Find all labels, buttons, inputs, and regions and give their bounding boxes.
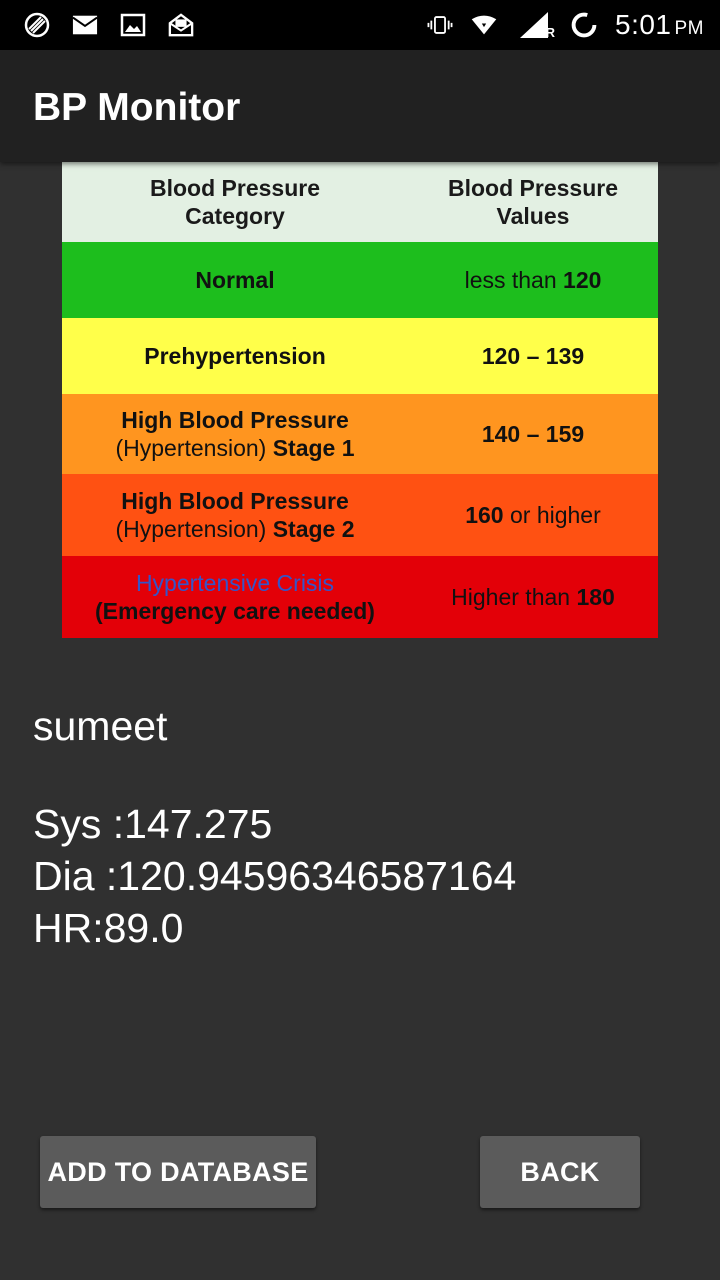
value-number: 120 — [563, 267, 602, 293]
bp-row-stage2: High Blood Pressure (Hypertension) Stage… — [62, 474, 658, 556]
bp-value-cell: Higher than 180 — [408, 556, 658, 638]
bp-value-cell: 120 – 139 — [481, 343, 585, 369]
wifi-icon — [471, 12, 497, 38]
status-bar: R 5:01 PM — [0, 0, 720, 50]
category-stage: Stage 2 — [272, 516, 355, 542]
category-paren: (Hypertension) — [115, 516, 273, 542]
bp-row-crisis: Hypertensive Crisis (Emergency care need… — [62, 556, 658, 638]
bp-category-cell: High Blood Pressure (Hypertension) Stage… — [62, 474, 408, 556]
value-number: 160 — [465, 502, 504, 528]
value-prefix: Higher than — [451, 584, 577, 610]
category-stage: Stage 1 — [272, 435, 355, 461]
category-line2: (Emergency care needed) — [95, 598, 375, 624]
bp-row-normal: Normal less than 120 — [62, 242, 658, 318]
category-line1: Hypertensive Crisis — [135, 570, 335, 596]
header-category-line2: Category — [185, 203, 285, 229]
add-to-database-button[interactable]: ADD TO DATABASE — [40, 1136, 316, 1208]
header-values-line1: Blood Pressure — [448, 175, 618, 201]
bp-row-prehypertension: Prehypertension 120 – 139 — [62, 318, 658, 394]
notification-icons — [24, 12, 194, 38]
system-icons: R 5:01 PM — [427, 0, 704, 50]
bp-value-cell: 160 or higher — [408, 474, 658, 556]
sync-icon — [571, 12, 597, 38]
app-bar: BP Monitor — [0, 50, 720, 162]
image-icon — [120, 12, 146, 38]
bp-value-cell: less than 120 — [408, 242, 658, 318]
diastolic-reading: Dia :120.94596346587164 — [33, 853, 517, 899]
bp-chart-header-category: Blood Pressure Category — [62, 162, 408, 242]
readings-block: Sys :147.275 Dia :120.94596346587164 HR:… — [33, 798, 516, 954]
heart-rate-reading: HR:89.0 — [33, 905, 184, 951]
category-line1: High Blood Pressure — [121, 407, 349, 433]
systolic-reading: Sys :147.275 — [33, 801, 273, 847]
signal-roaming-label: R — [545, 25, 555, 40]
app-title: BP Monitor — [33, 86, 241, 129]
back-button[interactable]: BACK — [480, 1136, 640, 1208]
signal-icon: R — [515, 12, 555, 40]
value-number: 180 — [576, 584, 615, 610]
bp-chart-header-values: Blood Pressure Values — [408, 162, 658, 242]
bp-category-cell: Normal — [195, 267, 275, 293]
vibrate-icon — [427, 12, 453, 38]
clock-time: 5:01 — [615, 9, 672, 40]
clock-ampm: PM — [674, 18, 704, 39]
value-prefix: less than — [464, 267, 564, 293]
header-category-line1: Blood Pressure — [150, 175, 320, 201]
bp-row-stage1: High Blood Pressure (Hypertension) Stage… — [62, 394, 658, 474]
bp-category-cell: Hypertensive Crisis (Emergency care need… — [62, 556, 408, 638]
bp-category-cell: Prehypertension — [144, 343, 326, 369]
bp-category-chart: Blood Pressure Category Blood Pressure V… — [62, 162, 658, 638]
value-suffix: or higher — [503, 502, 601, 528]
bp-value-cell: 140 – 159 — [481, 421, 585, 447]
mail-icon — [72, 12, 98, 38]
category-paren: (Hypertension) — [115, 435, 273, 461]
mail-open-icon — [168, 12, 194, 38]
user-name: sumeet — [33, 703, 168, 749]
header-values-line2: Values — [496, 203, 570, 229]
category-line1: High Blood Pressure — [121, 488, 349, 514]
bp-category-cell: High Blood Pressure (Hypertension) Stage… — [62, 394, 408, 474]
clock: 5:01 PM — [615, 9, 704, 41]
bp-chart-header-row: Blood Pressure Category Blood Pressure V… — [62, 162, 658, 242]
camera-aperture-icon — [24, 12, 50, 38]
